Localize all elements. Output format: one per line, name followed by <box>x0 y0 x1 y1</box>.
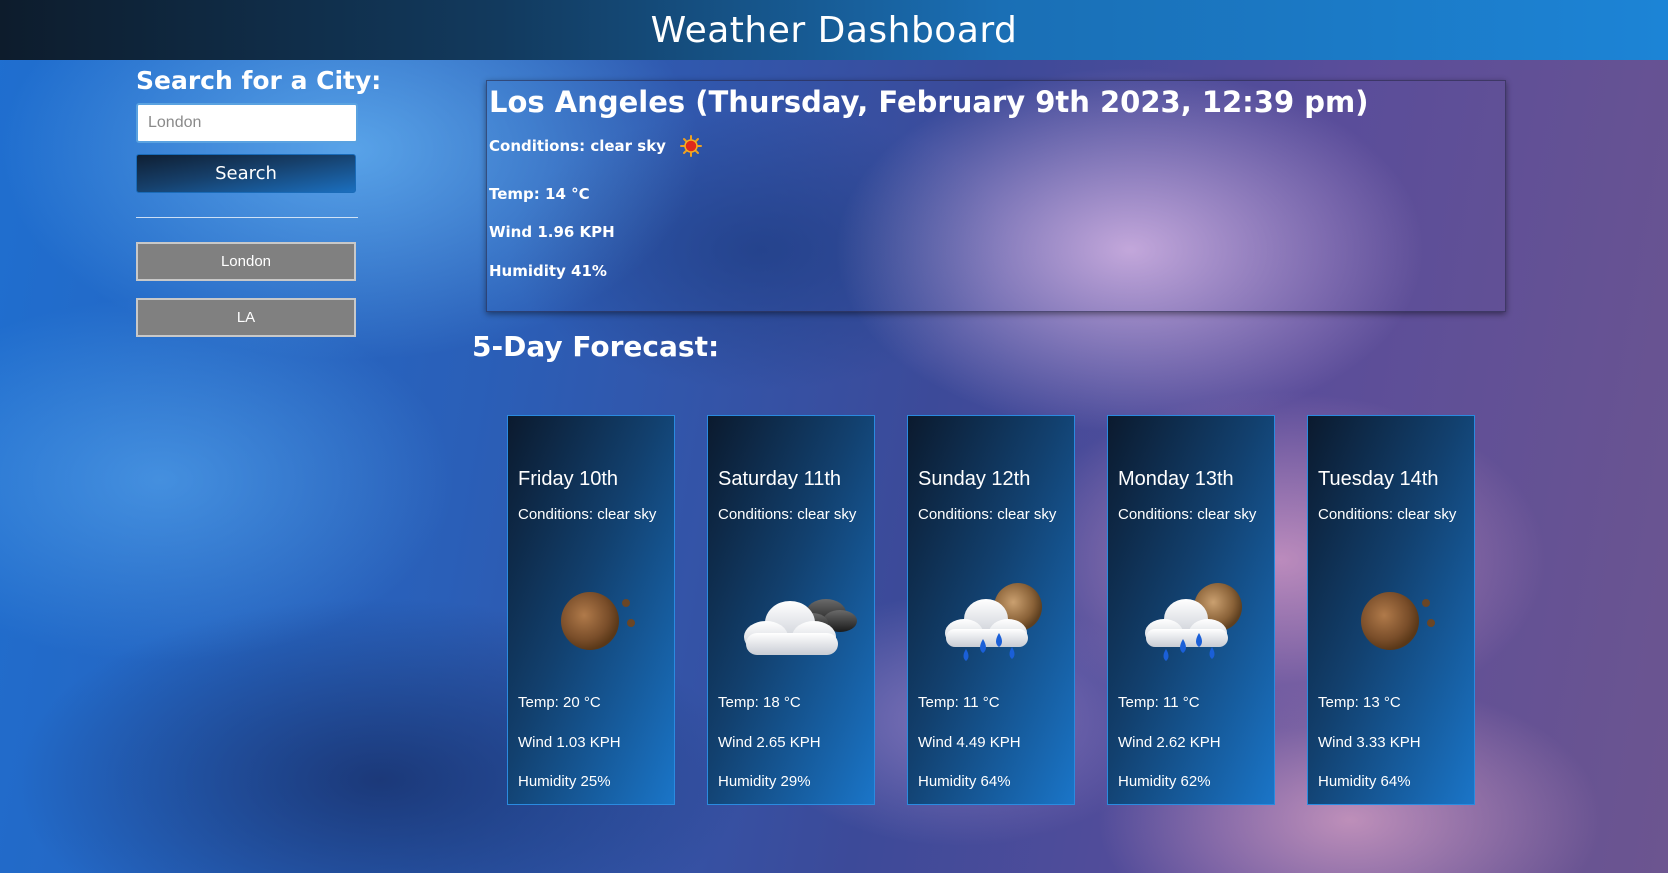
forecast-humidity: Humidity 64% <box>918 773 1011 790</box>
forecast-card: Friday 10th Conditions: clear sky Temp: … <box>507 415 675 805</box>
forecast-temp: Temp: 18 °C <box>718 694 801 711</box>
forecast-card: Sunday 12th Conditions: clear sky Temp: … <box>907 415 1075 805</box>
forecast-conditions: Conditions: clear sky <box>1118 506 1257 523</box>
search-sidebar: Search for a City: Search London LA <box>136 66 382 354</box>
forecast-heading: 5-Day Forecast: <box>472 330 720 363</box>
forecast-humidity: Humidity 25% <box>518 773 611 790</box>
sidebar-divider <box>136 217 358 218</box>
forecast-conditions: Conditions: clear sky <box>918 506 1057 523</box>
forecast-humidity: Humidity 64% <box>1318 773 1411 790</box>
forecast-wind: Wind 4.49 KPH <box>918 734 1021 751</box>
forecast-conditions: Conditions: clear sky <box>518 506 657 523</box>
forecast-day: Friday 10th <box>518 468 619 490</box>
forecast-card: Saturday 11th Conditions: clear sky Temp… <box>707 415 875 805</box>
forecast-day: Tuesday 14th <box>1318 468 1439 490</box>
rain-night-icon <box>945 583 1042 661</box>
forecast-conditions: Conditions: clear sky <box>1318 506 1457 523</box>
forecast-humidity: Humidity 29% <box>718 773 811 790</box>
forecast-day: Saturday 11th <box>718 468 842 490</box>
forecast-humidity: Humidity 62% <box>1118 773 1211 790</box>
forecast-temp: Temp: 13 °C <box>1318 694 1401 711</box>
clear-night-moon-icon <box>1361 592 1435 650</box>
forecast-temp: Temp: 11 °C <box>918 694 1000 711</box>
forecast-wind: Wind 2.62 KPH <box>1118 734 1221 751</box>
forecast-wind: Wind 1.03 KPH <box>518 734 621 751</box>
forecast-card: Tuesday 14th Conditions: clear sky Temp:… <box>1307 415 1475 805</box>
cloud-night-icon <box>744 599 857 655</box>
clear-night-moon-icon <box>561 592 635 650</box>
app-header: Weather Dashboard <box>0 0 1668 60</box>
forecast-day: Sunday 12th <box>918 468 1031 490</box>
forecast-card: Monday 13th Conditions: clear sky Temp: … <box>1107 415 1275 805</box>
clear-sky-sun-icon <box>679 135 702 157</box>
history-button-london[interactable]: London <box>136 242 356 281</box>
current-weather-card: Los Angeles (Thursday, February 9th 2023… <box>486 80 1506 312</box>
forecast-temp: Temp: 20 °C <box>518 694 601 711</box>
page-title: Weather Dashboard <box>650 9 1018 51</box>
forecast-conditions: Conditions: clear sky <box>718 506 857 523</box>
search-heading: Search for a City: <box>136 66 382 95</box>
forecast-wind: Wind 3.33 KPH <box>1318 734 1421 751</box>
current-conditions: Conditions: clear sky <box>489 137 666 155</box>
forecast-day: Monday 13th <box>1118 468 1234 490</box>
forecast-temp: Temp: 11 °C <box>1118 694 1200 711</box>
current-humidity: Humidity 41% <box>489 262 607 280</box>
rain-night-icon <box>1145 583 1242 661</box>
forecast-wind: Wind 2.65 KPH <box>718 734 821 751</box>
current-conditions-row: Conditions: clear sky <box>489 135 1503 157</box>
city-search-input[interactable] <box>136 103 358 143</box>
current-temp: Temp: 14 °C <box>489 185 590 203</box>
history-button-la[interactable]: LA <box>136 298 356 337</box>
current-weather-title: Los Angeles (Thursday, February 9th 2023… <box>489 85 1369 119</box>
search-button[interactable]: Search <box>136 154 356 193</box>
current-wind: Wind 1.96 KPH <box>489 223 615 241</box>
